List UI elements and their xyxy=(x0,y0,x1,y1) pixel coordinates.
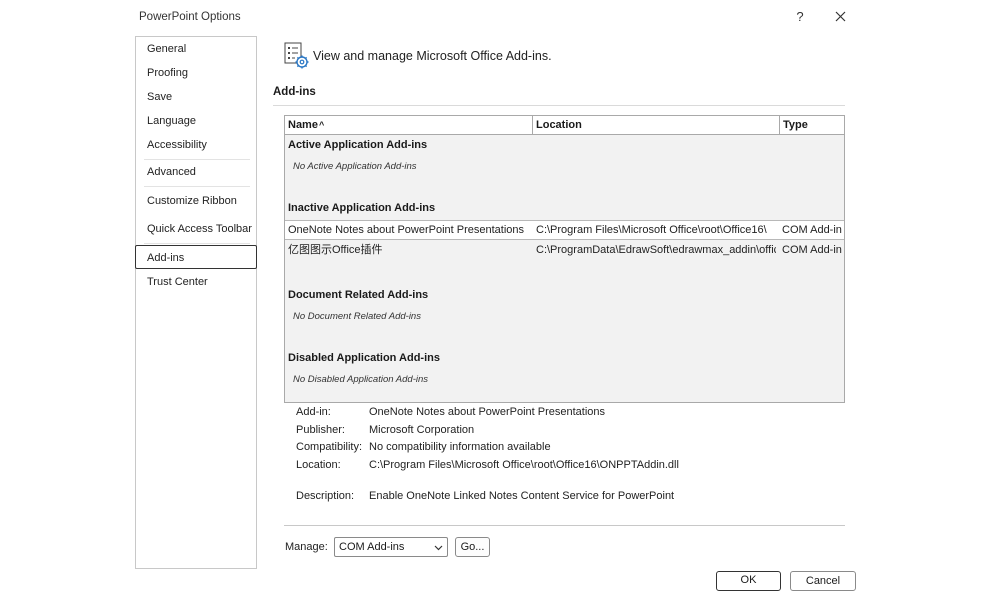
detail-description-label: Description: xyxy=(296,490,355,502)
addins-settings-icon xyxy=(284,42,310,70)
detail-addin-value: OneNote Notes about PowerPoint Presentat… xyxy=(369,406,606,418)
title-bar: PowerPoint Options ? xyxy=(0,0,982,34)
sidebar-item-language[interactable]: Language xyxy=(136,109,256,133)
ok-button[interactable]: OK xyxy=(716,571,781,591)
group-active-empty: No Active Application Add-ins xyxy=(293,161,417,172)
group-disabled-empty: No Disabled Application Add-ins xyxy=(293,374,429,385)
group-document-empty: No Document Related Add-ins xyxy=(293,311,421,322)
section-title: Add-ins xyxy=(273,86,316,98)
options-sidebar: General Proofing Save Language Accessibi… xyxy=(135,36,257,569)
window-title: PowerPoint Options xyxy=(139,11,241,23)
list-header: Name^ Location Type xyxy=(285,116,844,135)
manage-dropdown[interactable]: COM Add-ins xyxy=(334,537,448,557)
group-disabled-title: Disabled Application Add-ins xyxy=(288,352,440,364)
detail-location-label: Location: xyxy=(296,459,341,471)
cancel-button[interactable]: Cancel xyxy=(790,571,856,591)
chevron-down-icon xyxy=(434,545,443,551)
sidebar-item-trust-center[interactable]: Trust Center xyxy=(136,270,256,294)
manage-label: Manage: xyxy=(285,541,328,553)
sidebar-divider xyxy=(144,186,250,187)
page-heading: View and manage Microsoft Office Add-ins… xyxy=(313,49,552,63)
sidebar-item-proofing[interactable]: Proofing xyxy=(136,61,256,85)
group-document-title: Document Related Add-ins xyxy=(288,289,429,301)
sidebar-item-advanced[interactable]: Advanced xyxy=(136,160,256,184)
detail-location-value: C:\Program Files\Microsoft Office\root\O… xyxy=(369,459,679,471)
manage-selected-value: COM Add-ins xyxy=(339,541,405,553)
sidebar-item-accessibility[interactable]: Accessibility xyxy=(136,133,256,157)
table-row[interactable]: 亿图图示Office插件 C:\ProgramData\EdrawSoft\ed… xyxy=(285,241,844,261)
addins-list[interactable]: Name^ Location Type Active Application A… xyxy=(284,115,845,403)
row-location: C:\Program Files\Microsoft Office\root\O… xyxy=(536,224,767,236)
section-divider xyxy=(273,105,845,106)
column-header-type[interactable]: Type xyxy=(780,116,844,135)
detail-compatibility-label: Compatibility: xyxy=(296,441,363,453)
group-inactive-title: Inactive Application Add-ins xyxy=(288,202,436,214)
row-name: OneNote Notes about PowerPoint Presentat… xyxy=(288,224,525,236)
sidebar-item-quick-access-toolbar[interactable]: Quick Access Toolbar xyxy=(136,217,256,241)
help-button[interactable]: ? xyxy=(789,6,811,28)
table-row[interactable]: OneNote Notes about PowerPoint Presentat… xyxy=(285,220,844,240)
go-button[interactable]: Go... xyxy=(455,537,490,557)
group-active-title: Active Application Add-ins xyxy=(288,139,428,151)
detail-publisher-label: Publisher: xyxy=(296,424,345,436)
row-type: COM Add-in xyxy=(782,224,842,236)
column-header-location[interactable]: Location xyxy=(533,116,779,135)
close-icon xyxy=(835,11,845,22)
sidebar-item-add-ins[interactable]: Add-ins xyxy=(135,245,257,269)
row-type: COM Add-in xyxy=(782,244,842,256)
sidebar-item-general[interactable]: General xyxy=(136,37,256,61)
sort-ascending-icon: ^ xyxy=(318,120,325,130)
column-name-label: Name xyxy=(288,119,318,131)
sidebar-divider xyxy=(144,243,250,244)
row-name: 亿图图示Office插件 xyxy=(288,244,383,256)
sidebar-item-save[interactable]: Save xyxy=(136,85,256,109)
detail-compatibility-value: No compatibility information available xyxy=(369,441,551,453)
sidebar-item-customize-ribbon[interactable]: Customize Ribbon xyxy=(136,189,256,213)
detail-addin-label: Add-in: xyxy=(296,406,331,418)
row-location: C:\ProgramData\EdrawSoft\edrawmax_addin\… xyxy=(536,244,776,256)
detail-description-value: Enable OneNote Linked Notes Content Serv… xyxy=(369,490,675,502)
detail-publisher-value: Microsoft Corporation xyxy=(369,424,475,436)
close-button[interactable] xyxy=(829,6,851,28)
column-header-name[interactable]: Name^ xyxy=(285,116,532,135)
manage-divider xyxy=(284,525,845,526)
